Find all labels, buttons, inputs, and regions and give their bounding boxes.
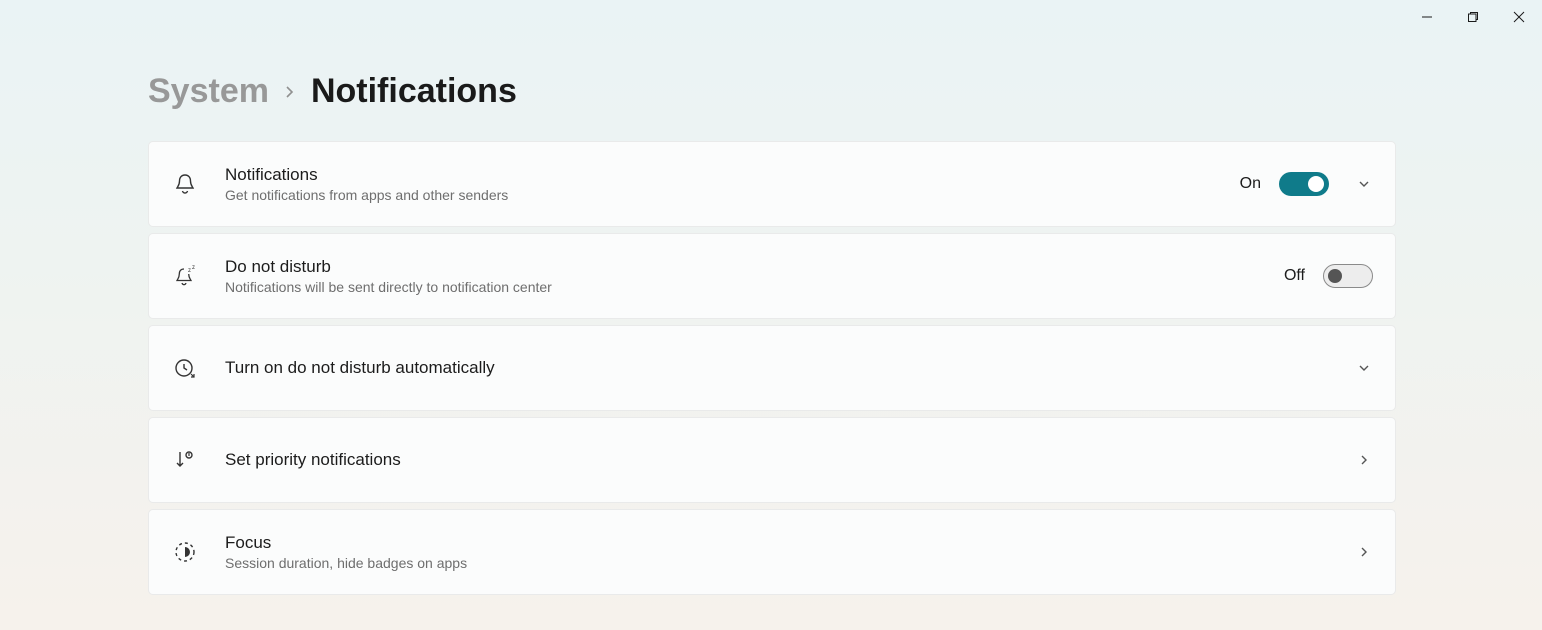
card-right (1347, 359, 1373, 377)
dnd-toggle[interactable] (1323, 264, 1373, 288)
card-title: Focus (225, 533, 1347, 553)
bell-icon (171, 170, 199, 198)
card-text: Set priority notifications (225, 450, 1347, 470)
chevron-right-icon (283, 85, 297, 99)
card-text: Turn on do not disturb automatically (225, 358, 1347, 378)
focus-icon (171, 538, 199, 566)
card-right (1347, 543, 1373, 561)
card-text: Notifications Get notifications from app… (225, 165, 1240, 203)
notifications-card[interactable]: Notifications Get notifications from app… (148, 141, 1396, 227)
card-right: Off (1284, 264, 1373, 288)
breadcrumb: System Notifications (148, 72, 1394, 111)
svg-text:z: z (192, 265, 195, 271)
chevron-down-icon[interactable] (1355, 175, 1373, 193)
card-title: Turn on do not disturb automatically (225, 358, 1347, 378)
chevron-right-icon[interactable] (1355, 543, 1373, 561)
settings-content: System Notifications Notifications Get n… (0, 0, 1542, 595)
toggle-state-label: Off (1284, 267, 1305, 285)
clock-icon (171, 354, 199, 382)
card-subtitle: Notifications will be sent directly to n… (225, 279, 1284, 295)
card-text: Do not disturb Notifications will be sen… (225, 257, 1284, 295)
card-subtitle: Session duration, hide badges on apps (225, 555, 1347, 571)
card-title: Do not disturb (225, 257, 1284, 277)
do-not-disturb-card[interactable]: z z Do not disturb Notifications will be… (148, 233, 1396, 319)
focus-card[interactable]: Focus Session duration, hide badges on a… (148, 509, 1396, 595)
chevron-right-icon[interactable] (1355, 451, 1373, 469)
window-controls (1404, 0, 1542, 34)
dnd-auto-card[interactable]: Turn on do not disturb automatically (148, 325, 1396, 411)
chevron-down-icon[interactable] (1355, 359, 1373, 377)
breadcrumb-current: Notifications (311, 72, 517, 111)
svg-text:z: z (188, 268, 191, 274)
card-right: On (1240, 172, 1373, 196)
minimize-button[interactable] (1404, 0, 1450, 34)
breadcrumb-parent[interactable]: System (148, 72, 269, 111)
priority-icon (171, 446, 199, 474)
card-text: Focus Session duration, hide badges on a… (225, 533, 1347, 571)
card-title: Notifications (225, 165, 1240, 185)
card-subtitle: Get notifications from apps and other se… (225, 187, 1240, 203)
dnd-icon: z z (171, 262, 199, 290)
priority-notifications-card[interactable]: Set priority notifications (148, 417, 1396, 503)
toggle-state-label: On (1240, 175, 1261, 193)
notifications-toggle[interactable] (1279, 172, 1329, 196)
card-title: Set priority notifications (225, 450, 1347, 470)
close-button[interactable] (1496, 0, 1542, 34)
settings-cards: Notifications Get notifications from app… (148, 141, 1396, 595)
card-right (1347, 451, 1373, 469)
maximize-button[interactable] (1450, 0, 1496, 34)
